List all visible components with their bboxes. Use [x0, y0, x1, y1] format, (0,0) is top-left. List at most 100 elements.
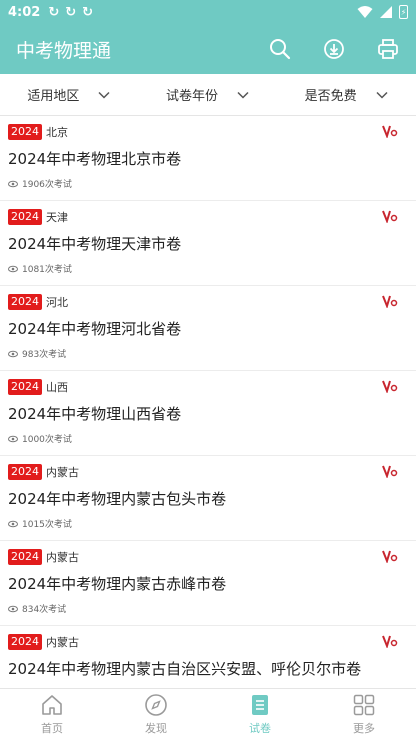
- view-count: 1000次考试: [8, 432, 72, 445]
- wifi-icon: [357, 6, 373, 18]
- filter-label: 适用地区: [27, 89, 80, 104]
- vip-icon: [382, 125, 398, 138]
- year-badge: 2024: [8, 209, 42, 225]
- eye-icon: [8, 180, 18, 187]
- tab-label: 首页: [41, 722, 63, 735]
- signal-icon: [380, 6, 392, 18]
- eye-icon: [8, 350, 18, 357]
- exam-title: 2024年中考物理北京市卷: [8, 150, 182, 168]
- tag-row: 2024 内蒙古: [8, 549, 79, 565]
- view-count-text: 1015次考试: [22, 520, 72, 530]
- eye-icon: [8, 435, 18, 442]
- list-item[interactable]: 2024 河北 2024年中考物理河北省卷 983次考试: [0, 286, 416, 371]
- filter-label: 试卷年份: [166, 89, 219, 104]
- year-badge: 2024: [8, 124, 42, 140]
- sync-icon: ↻: [82, 4, 94, 20]
- sync-icon: ↻: [65, 4, 77, 20]
- vip-icon: [382, 210, 398, 223]
- list-item[interactable]: 2024 内蒙古 2024年中考物理内蒙古赤峰市卷 834次考试: [0, 541, 416, 626]
- year-badge: 2024: [8, 634, 42, 650]
- tag-row: 2024 内蒙古: [8, 464, 79, 480]
- view-count-text: 834次考试: [22, 605, 67, 615]
- list-item[interactable]: 2024 内蒙古 2024年中考物理内蒙古包头市卷 1015次考试: [0, 456, 416, 541]
- app-title: 中考物理通: [16, 39, 112, 62]
- vip-icon: [382, 380, 398, 393]
- list-item[interactable]: 2024 内蒙古 2024年中考物理内蒙古自治区兴安盟、呼伦贝尔市卷: [0, 626, 416, 688]
- print-button[interactable]: [376, 37, 400, 61]
- eye-icon: [8, 605, 18, 612]
- view-count: 1081次考试: [8, 262, 72, 275]
- vip-icon: [382, 295, 398, 308]
- filter-label: 是否免费: [304, 89, 357, 104]
- chevron-down-icon: [237, 91, 249, 99]
- region-label: 内蒙古: [46, 466, 79, 479]
- exam-title: 2024年中考物理内蒙古赤峰市卷: [8, 575, 227, 593]
- view-count: 983次考试: [8, 347, 66, 360]
- view-count-text: 1000次考试: [22, 435, 72, 445]
- tag-row: 2024 河北: [8, 294, 68, 310]
- battery-icon: ⚡: [399, 5, 408, 19]
- tab-home[interactable]: 首页: [0, 689, 104, 740]
- list-item[interactable]: 2024 天津 2024年中考物理天津市卷 1081次考试: [0, 201, 416, 286]
- filter-free[interactable]: 是否免费: [277, 74, 416, 115]
- year-badge: 2024: [8, 464, 42, 480]
- exam-title: 2024年中考物理河北省卷: [8, 320, 182, 338]
- tab-more[interactable]: 更多: [312, 689, 416, 740]
- region-label: 内蒙古: [46, 551, 79, 564]
- exam-title: 2024年中考物理山西省卷: [8, 405, 182, 423]
- year-badge: 2024: [8, 379, 42, 395]
- search-icon: [270, 39, 291, 60]
- download-button[interactable]: [322, 37, 346, 61]
- status-right: ⚡: [357, 5, 408, 19]
- tab-papers[interactable]: 试卷: [208, 689, 312, 740]
- download-icon: [324, 39, 344, 59]
- tag-row: 2024 山西: [8, 379, 68, 395]
- home-icon: [42, 695, 62, 715]
- printer-icon: [378, 39, 398, 59]
- tab-label: 试卷: [249, 722, 271, 735]
- region-label: 北京: [46, 126, 68, 139]
- year-badge: 2024: [8, 294, 42, 310]
- tag-row: 2024 内蒙古: [8, 634, 79, 650]
- tab-discover[interactable]: 发现: [104, 689, 208, 740]
- grid-icon: [353, 694, 375, 716]
- eye-icon: [8, 520, 18, 527]
- filter-bar: 适用地区 试卷年份 是否免费: [0, 74, 416, 116]
- exam-list: 2024 北京 2024年中考物理北京市卷 1906次考试 2024 天津 20…: [0, 116, 416, 688]
- tag-row: 2024 北京: [8, 124, 68, 140]
- exam-title: 2024年中考物理天津市卷: [8, 235, 182, 253]
- exam-title: 2024年中考物理内蒙古包头市卷: [8, 490, 227, 508]
- compass-icon: [145, 694, 167, 716]
- region-label: 内蒙古: [46, 636, 79, 649]
- region-label: 山西: [46, 381, 68, 394]
- paper-icon: [252, 695, 268, 715]
- list-item[interactable]: 2024 山西 2024年中考物理山西省卷 1000次考试: [0, 371, 416, 456]
- status-bar: 4:02 ↻ ↻ ↻ ⚡: [0, 0, 416, 24]
- chevron-down-icon: [376, 91, 388, 99]
- vip-icon: [382, 635, 398, 648]
- view-count-text: 1906次考试: [22, 180, 72, 190]
- app-actions: [268, 37, 400, 61]
- exam-title: 2024年中考物理内蒙古自治区兴安盟、呼伦贝尔市卷: [8, 660, 362, 678]
- view-count: 1906次考试: [8, 177, 72, 190]
- filter-region[interactable]: 适用地区: [0, 74, 139, 115]
- search-button[interactable]: [268, 37, 292, 61]
- sync-icon: ↻: [48, 4, 60, 20]
- chevron-down-icon: [98, 91, 110, 99]
- tag-row: 2024 天津: [8, 209, 68, 225]
- view-count: 834次考试: [8, 602, 66, 615]
- app-bar: 中考物理通: [0, 24, 416, 74]
- vip-icon: [382, 465, 398, 478]
- tab-label: 更多: [353, 722, 375, 735]
- vip-icon: [382, 550, 398, 563]
- region-label: 天津: [46, 211, 68, 224]
- view-count-text: 983次考试: [22, 350, 67, 360]
- bottom-tab-bar: 首页 发现 试卷 更多: [0, 688, 416, 740]
- filter-year[interactable]: 试卷年份: [139, 74, 278, 115]
- tab-label: 发现: [145, 722, 167, 735]
- list-item[interactable]: 2024 北京 2024年中考物理北京市卷 1906次考试: [0, 116, 416, 201]
- region-label: 河北: [46, 296, 68, 309]
- eye-icon: [8, 265, 18, 272]
- year-badge: 2024: [8, 549, 42, 565]
- status-time: 4:02: [8, 4, 41, 20]
